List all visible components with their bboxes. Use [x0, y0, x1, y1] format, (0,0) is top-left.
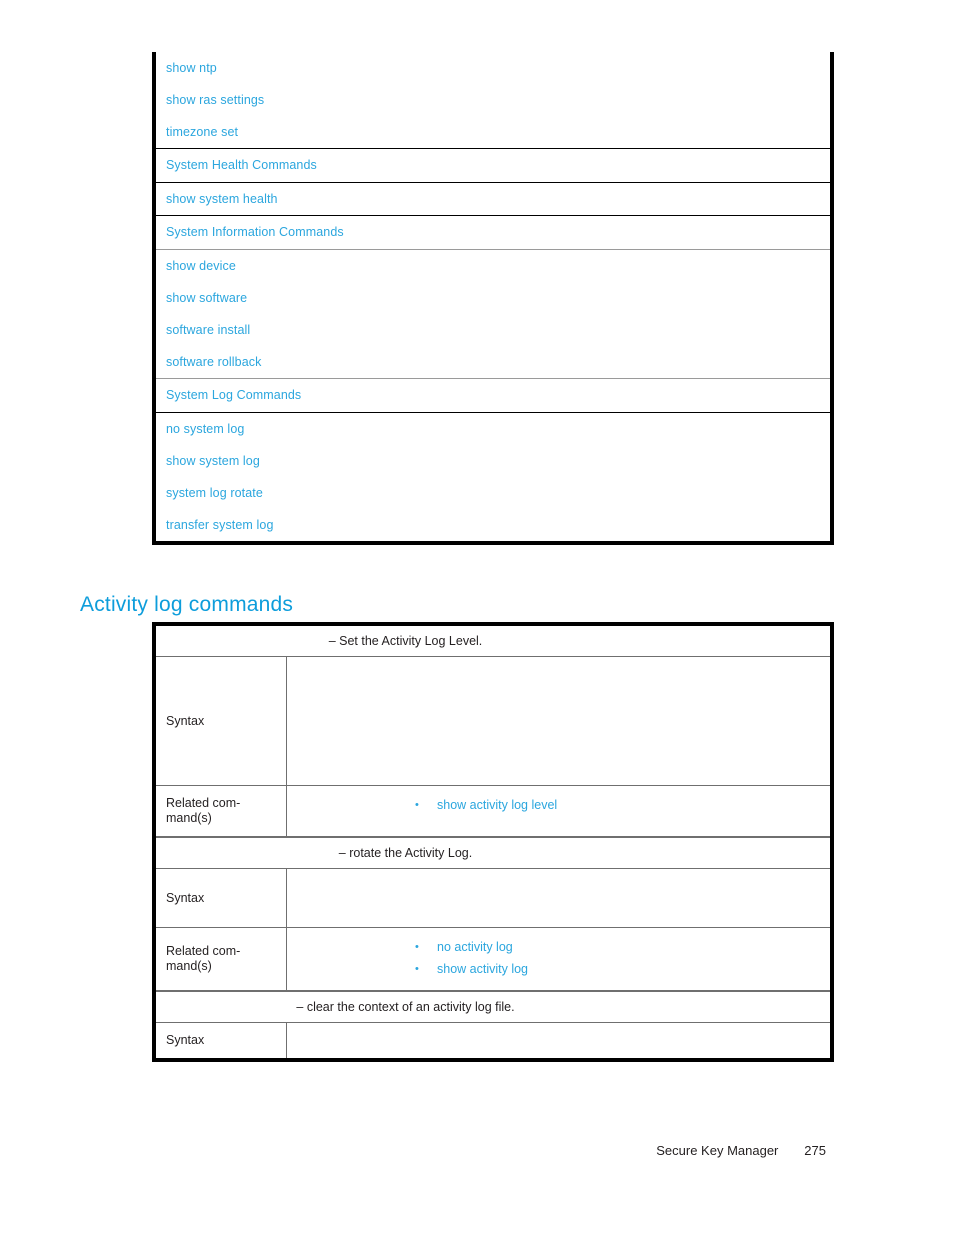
syntax-value: [287, 869, 830, 927]
table-row: Syntax: [156, 869, 830, 928]
related-commands-label-line1: Related com-: [166, 796, 241, 810]
command-group: show system health: [156, 182, 830, 215]
related-commands-label: Related com- mand(s): [156, 928, 287, 990]
command-link[interactable]: software rollback: [156, 346, 830, 378]
table-row: Related com- mand(s) • show activity log…: [156, 786, 830, 837]
syntax-label-text: Syntax: [166, 713, 205, 728]
syntax-label: Syntax: [156, 1023, 287, 1058]
command-section-link[interactable]: System Information Commands: [156, 216, 830, 249]
syntax-label-text: Syntax: [166, 890, 205, 905]
related-commands-list: • show activity log level: [287, 794, 830, 816]
command-link[interactable]: show ras settings: [156, 84, 830, 116]
document-page: show ntp show ras settings timezone set …: [0, 0, 954, 1235]
related-commands-label-line2: mand(s): [166, 811, 212, 825]
command-group: System Information Commands: [156, 215, 830, 249]
syntax-value: [287, 657, 830, 785]
syntax-label-text: Syntax: [166, 1033, 205, 1047]
command-link[interactable]: show system health: [156, 183, 830, 215]
related-command-link[interactable]: no activity log: [437, 940, 513, 954]
command-link[interactable]: show device: [156, 250, 830, 282]
command-description: – rotate the Activity Log.: [156, 837, 830, 869]
command-link[interactable]: show system log: [156, 445, 830, 477]
footer-page-number: 275: [804, 1143, 826, 1158]
command-link[interactable]: timezone set: [156, 116, 830, 148]
related-commands-label: Related com- mand(s): [156, 786, 287, 836]
table-row: Syntax: [156, 1023, 830, 1058]
bullet-icon: •: [415, 941, 419, 953]
command-group: System Log Commands: [156, 378, 830, 412]
command-link[interactable]: show ntp: [156, 52, 830, 84]
related-command-link[interactable]: show activity log level: [437, 798, 557, 812]
command-description: – Set the Activity Log Level.: [156, 626, 830, 657]
command-link[interactable]: transfer system log: [156, 509, 830, 541]
related-commands-label-line1: Related com-: [166, 944, 241, 958]
bullet-icon: •: [415, 963, 419, 975]
command-group: no system log show system log system log…: [156, 412, 830, 541]
command-index-table: show ntp show ras settings timezone set …: [152, 52, 834, 545]
syntax-value: [287, 1023, 830, 1059]
command-group: show device show software software insta…: [156, 249, 830, 378]
related-commands-list: • no activity log • show activity log: [287, 936, 830, 980]
related-commands-value: • no activity log • show activity log: [287, 928, 830, 990]
command-section-link[interactable]: System Log Commands: [156, 379, 830, 412]
page-footer: Secure Key Manager 275: [0, 1143, 954, 1158]
command-group: show ntp show ras settings timezone set: [156, 52, 830, 148]
activity-log-commands-table: – Set the Activity Log Level. Syntax Rel…: [152, 622, 834, 1062]
footer-document-title: Secure Key Manager: [656, 1143, 779, 1158]
table-row: Related com- mand(s) • no activity log •…: [156, 928, 830, 991]
bullet-icon: •: [415, 799, 419, 811]
related-command-link[interactable]: show activity log: [437, 962, 528, 976]
list-item[interactable]: • show activity log level: [287, 794, 830, 816]
command-link[interactable]: software install: [156, 314, 830, 346]
related-commands-label-line2: mand(s): [166, 959, 212, 973]
command-description: – clear the context of an activity log f…: [156, 991, 830, 1023]
related-commands-value: • show activity log level: [287, 786, 830, 836]
table-row: Syntax: [156, 657, 830, 786]
list-item[interactable]: • no activity log: [287, 936, 830, 958]
list-item[interactable]: • show activity log: [287, 958, 830, 980]
command-link[interactable]: no system log: [156, 413, 830, 445]
syntax-label: Syntax: [156, 657, 287, 785]
command-section-link[interactable]: System Health Commands: [156, 149, 830, 182]
page-title: Activity log commands: [80, 593, 294, 617]
command-link[interactable]: system log rotate: [156, 477, 830, 509]
command-link[interactable]: show software: [156, 282, 830, 314]
command-group: System Health Commands: [156, 148, 830, 182]
syntax-label: Syntax: [156, 869, 287, 927]
